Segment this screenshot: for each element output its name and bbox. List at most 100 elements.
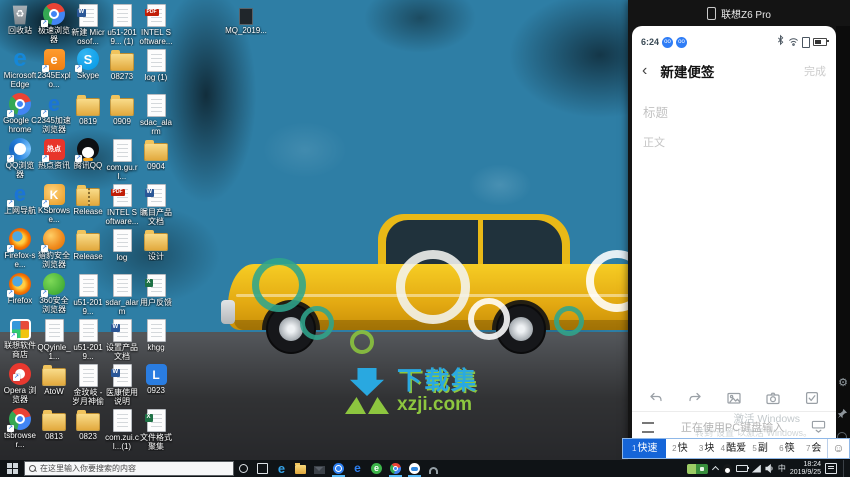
desktop-icon-46[interactable]: 0813 bbox=[37, 408, 71, 453]
task-view-button[interactable] bbox=[253, 460, 272, 477]
battery-tray-icon[interactable] bbox=[736, 465, 748, 472]
desktop-icon-6[interactable]: 2345Explo... bbox=[37, 48, 71, 93]
redo-icon[interactable] bbox=[687, 390, 703, 406]
desktop-icon-36[interactable]: QQyinle_1... bbox=[37, 318, 71, 363]
folder-icon bbox=[295, 465, 306, 474]
desktop-icon-23[interactable]: INTEL Software... bbox=[105, 183, 139, 228]
cortana-button[interactable] bbox=[234, 460, 253, 477]
desktop-icon-27[interactable]: Release bbox=[71, 228, 105, 273]
desktop-icon-28[interactable]: log bbox=[105, 228, 139, 273]
desktop-icon-2[interactable]: 新建 Microsof... bbox=[71, 3, 105, 48]
phone-window-titlebar[interactable]: 联想Z6 Pro bbox=[628, 0, 850, 26]
desktop-icon-16[interactable]: 热点资讯 bbox=[37, 138, 71, 183]
desktop-icon-26[interactable]: 猎豹安全浏览器 bbox=[37, 228, 71, 273]
desktop-icon-39[interactable]: khgg bbox=[139, 318, 173, 363]
desktop-icon-29[interactable]: 设计 bbox=[139, 228, 173, 273]
taskbar-mail-button[interactable] bbox=[310, 460, 329, 477]
desktop-icon-20[interactable]: 上网导航 bbox=[3, 183, 37, 228]
desktop-icon-49[interactable]: 文件格式聚集 bbox=[139, 408, 173, 453]
taskbar-clock[interactable]: 18:24 2019/9/25 bbox=[790, 461, 821, 476]
desktop-icon-1[interactable]: 极速浏览器 bbox=[37, 3, 71, 48]
taskbar-qqcloud-button[interactable] bbox=[405, 460, 424, 477]
taskbar-clockapp-button[interactable] bbox=[329, 460, 348, 477]
taskbar-edge-button[interactable] bbox=[272, 460, 291, 477]
desktop-icon-4[interactable]: INTEL Software... bbox=[139, 3, 173, 48]
emoji-button[interactable]: ☺ bbox=[827, 439, 849, 458]
checkbox-icon[interactable] bbox=[804, 390, 820, 406]
taskbar-folder-button[interactable] bbox=[291, 460, 310, 477]
folder-icon bbox=[76, 413, 100, 431]
ime-candidate-7[interactable]: 7会 bbox=[800, 439, 827, 458]
desktop-icon-24[interactable]: 瞩目产品文档 bbox=[139, 183, 173, 228]
gear-icon[interactable] bbox=[838, 378, 848, 389]
desktop-icon-25[interactable]: Firefox-se... bbox=[3, 228, 37, 273]
desktop-icon-14[interactable]: sdac_alarm bbox=[139, 93, 173, 138]
desktop-icon-48[interactable]: com.zui.cl...(1) bbox=[105, 408, 139, 453]
desktop-icon-31[interactable]: 360安全浏览器 bbox=[37, 273, 71, 318]
taskbar-chrome-button[interactable] bbox=[386, 460, 405, 477]
image-icon[interactable] bbox=[726, 390, 742, 406]
show-desktop-button[interactable] bbox=[843, 460, 847, 477]
desktop-icon-10[interactable]: Google Chrome bbox=[3, 93, 37, 138]
back-button[interactable]: ‹ bbox=[642, 64, 647, 78]
desktop-icon-21[interactable]: KSbrowse... bbox=[37, 183, 71, 228]
folder-icon bbox=[42, 368, 66, 386]
desktop-icon-13[interactable]: 0909 bbox=[105, 93, 139, 138]
ime-candidate-4[interactable]: 4酷爱 bbox=[720, 439, 747, 458]
ime-menu-icon[interactable] bbox=[642, 422, 654, 433]
desktop-icon-0[interactable]: 回收站 bbox=[3, 3, 37, 48]
desktop-icon-15[interactable]: QQ浏览器 bbox=[3, 138, 37, 183]
desktop-icon-32[interactable]: u51-2019... bbox=[71, 273, 105, 318]
desktop-icon-11[interactable]: 2345加速浏览器 bbox=[37, 93, 71, 138]
desktop-icon-17[interactable]: 腾讯QQ bbox=[71, 138, 105, 183]
camera-icon[interactable] bbox=[765, 390, 781, 406]
ime-candidate-5[interactable]: 5副 bbox=[747, 439, 774, 458]
desktop-icon-30[interactable]: Firefox bbox=[3, 273, 37, 318]
taskbar-search-input[interactable]: 在这里输入你要搜索的内容 bbox=[24, 461, 234, 476]
ime-candidate-2[interactable]: 2快 bbox=[666, 439, 693, 458]
taskbar-headset-button[interactable] bbox=[424, 460, 443, 477]
show-hidden-icons-button[interactable] bbox=[712, 465, 719, 472]
ime-candidate-3[interactable]: 3块 bbox=[693, 439, 720, 458]
desktop-icon-45[interactable]: tsbrowser... bbox=[3, 408, 37, 453]
desktop-icon-19[interactable]: 0904 bbox=[139, 138, 173, 183]
desktop-icon-3[interactable]: u51-2019... (1) bbox=[105, 3, 139, 48]
desktop-icon-9[interactable]: log (1) bbox=[139, 48, 173, 93]
desktop-icon-33[interactable]: sdar_alarm bbox=[105, 273, 139, 318]
note-title-input[interactable]: 标题 bbox=[643, 102, 836, 121]
desktop-icon-42[interactable]: 金玟岐 - 岁月神偷(1)(... bbox=[71, 363, 105, 408]
network-tray-icon[interactable] bbox=[752, 465, 761, 473]
qq-tray-icon[interactable] bbox=[723, 464, 732, 474]
volume-tray-icon[interactable] bbox=[765, 460, 774, 477]
desktop-icon-41[interactable]: AtoW bbox=[37, 363, 71, 408]
desktop-icon-34[interactable]: 用户反馈 bbox=[139, 273, 173, 318]
taskbar-egreen-button[interactable] bbox=[367, 460, 386, 477]
desktop-icon-47[interactable]: 0823 bbox=[71, 408, 105, 453]
ime-skin-badge-icon[interactable] bbox=[687, 464, 708, 474]
start-button[interactable] bbox=[0, 460, 24, 477]
desktop-icon-label: 0904 bbox=[147, 162, 165, 171]
desktop-icon-43[interactable]: 医康使用说明 bbox=[105, 363, 139, 408]
desktop-icon-stray[interactable]: MQ_2019... bbox=[224, 4, 268, 35]
pin-icon[interactable] bbox=[837, 406, 848, 417]
desktop-icon-40[interactable]: Opera 浏览器 bbox=[3, 363, 37, 408]
desktop-icon-5[interactable]: Microsoft Edge bbox=[3, 48, 37, 93]
undo-icon[interactable] bbox=[648, 390, 664, 406]
taskbar-esmall-button[interactable] bbox=[348, 460, 367, 477]
done-button[interactable]: 完成 bbox=[804, 63, 826, 79]
desktop-icon-12[interactable]: 0819 bbox=[71, 93, 105, 138]
desktop-icon-22[interactable]: Release bbox=[71, 183, 105, 228]
desktop-icon-37[interactable]: u51-2019... bbox=[71, 318, 105, 363]
desktop-icon-35[interactable]: 联想软件商店 bbox=[3, 318, 37, 363]
ime-language-indicator[interactable]: 中 bbox=[778, 465, 786, 473]
ime-candidate-1[interactable]: 1快速 bbox=[623, 439, 666, 458]
desktop-icon-8[interactable]: 08273 bbox=[105, 48, 139, 93]
ime-candidate-6[interactable]: 6筷 bbox=[774, 439, 801, 458]
hide-keyboard-icon[interactable] bbox=[811, 420, 826, 434]
note-body-input[interactable]: 正文 bbox=[643, 134, 836, 150]
desktop-icon-38[interactable]: 设置产品文档 bbox=[105, 318, 139, 363]
desktop-icon-44[interactable]: 0923 bbox=[139, 363, 173, 408]
action-center-button[interactable] bbox=[825, 463, 837, 474]
desktop-icon-18[interactable]: com.gu.rl... bbox=[105, 138, 139, 183]
desktop-icon-7[interactable]: Skype bbox=[71, 48, 105, 93]
